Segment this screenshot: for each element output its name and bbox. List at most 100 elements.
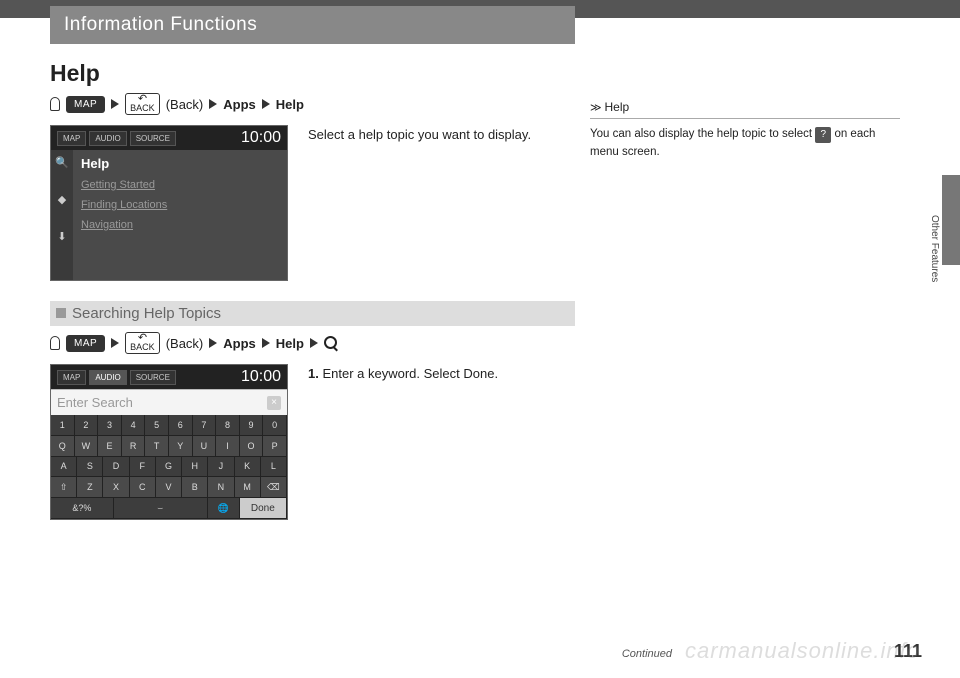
kb-key: L (261, 457, 287, 477)
kb-key: U (193, 436, 217, 456)
side-note-title: Help (605, 100, 630, 114)
kb-key: W (75, 436, 99, 456)
kb-key: K (235, 457, 261, 477)
kb-key: E (98, 436, 122, 456)
step-text: Enter a keyword. Select (322, 366, 463, 381)
step-done: Done (463, 366, 494, 381)
kb-key: 9 (240, 415, 264, 435)
side-body-a: You can also display the help topic to s… (590, 128, 815, 140)
kb-key: 7 (193, 415, 217, 435)
up-icon: ◆ (58, 193, 66, 206)
page-title-bar: Information Functions (50, 6, 575, 44)
nav-apps: Apps (223, 97, 256, 112)
back-button-chip: BACK (125, 332, 160, 354)
kb-key: P (263, 436, 287, 456)
kb-symbols-key: &?% (51, 498, 114, 518)
nav-apps: Apps (223, 336, 256, 351)
step-1: 1. Enter a keyword. Select Done. (308, 364, 575, 384)
kb-key: Y (169, 436, 193, 456)
kb-key: 8 (216, 415, 240, 435)
step-period: . (494, 366, 498, 381)
side-note-column: ≫ Help You can also display the help top… (590, 60, 900, 162)
kb-shift-key: ⇧ (51, 477, 77, 497)
kb-key: 5 (145, 415, 169, 435)
kb-key: 0 (263, 415, 287, 435)
screenshot-topbar: MAP AUDIO SOURCE 10:00 (51, 365, 287, 389)
ss-search-placeholder: Enter Search (57, 395, 133, 410)
ss-keyboard: 1 2 3 4 5 6 7 8 9 0 Q W E R T Y (51, 415, 287, 519)
ss-tab-map: MAP (57, 370, 86, 385)
down-arrow-icon: ⬇ (57, 230, 66, 243)
clear-icon: × (267, 396, 281, 410)
ss-tab-audio: AUDIO (89, 370, 126, 385)
continued-label: Continued (622, 648, 672, 660)
map-button-chip: MAP (66, 96, 105, 113)
page-number: 111 (894, 641, 922, 662)
figure-row-2: MAP AUDIO SOURCE 10:00 Enter Search × 1 … (50, 364, 575, 520)
kb-key: A (51, 457, 77, 477)
ss-tab-source: SOURCE (130, 370, 176, 385)
chevron-icon: ≫ (590, 101, 599, 114)
kb-key: V (156, 477, 182, 497)
voice-icon (50, 336, 60, 350)
section-tab-label: Other Features (929, 215, 940, 282)
kb-done-key: Done (240, 498, 287, 518)
kb-backspace-key: ⌫ (261, 477, 287, 497)
arrow-icon (262, 99, 270, 109)
nav-help: Help (276, 97, 304, 112)
kb-key: 2 (75, 415, 99, 435)
subsection-title: Searching Help Topics (72, 305, 221, 322)
thumb-tab (942, 175, 960, 265)
search-icon: 🔍 (55, 156, 69, 169)
kb-key: F (130, 457, 156, 477)
arrow-icon (262, 338, 270, 348)
kb-key: I (216, 436, 240, 456)
map-button-chip: MAP (66, 335, 105, 352)
kb-key: 6 (169, 415, 193, 435)
kb-key: B (182, 477, 208, 497)
ss-clock: 10:00 (241, 129, 281, 147)
arrow-icon (111, 99, 119, 109)
square-bullet-icon (56, 308, 66, 318)
kb-key: 1 (51, 415, 75, 435)
ss-list-item: Navigation (81, 219, 279, 231)
kb-globe-key: 🌐 (208, 498, 240, 518)
kb-key: J (208, 457, 234, 477)
voice-icon (50, 97, 60, 111)
kb-key: T (145, 436, 169, 456)
kb-key: S (77, 457, 103, 477)
help-icon-chip: ? (815, 127, 831, 143)
side-note-header: ≫ Help (590, 100, 900, 119)
ss-tab-map: MAP (57, 131, 86, 146)
search-keyboard-screenshot: MAP AUDIO SOURCE 10:00 Enter Search × 1 … (50, 364, 288, 520)
kb-row-2: Q W E R T Y U I O P (51, 436, 287, 457)
kb-key: X (103, 477, 129, 497)
kb-key: G (156, 457, 182, 477)
kb-row-1: 1 2 3 4 5 6 7 8 9 0 (51, 415, 287, 436)
kb-key: N (208, 477, 234, 497)
kb-row-4: ⇧ Z X C V B N M ⌫ (51, 477, 287, 498)
kb-key: H (182, 457, 208, 477)
ss-search-field: Enter Search × (51, 389, 287, 415)
section-heading: Help (50, 60, 575, 87)
kb-key: 4 (122, 415, 146, 435)
nav-help: Help (276, 336, 304, 351)
kb-key: R (122, 436, 146, 456)
kb-row-3: A S D F G H J K L (51, 457, 287, 478)
subsection-bar: Searching Help Topics (50, 301, 575, 326)
back-paren: (Back) (166, 97, 204, 112)
breadcrumb-1: MAP BACK (Back) Apps Help (50, 93, 575, 115)
ss-left-rail: 🔍 ◆ ⬇ (51, 150, 73, 280)
kb-key: Q (51, 436, 75, 456)
ss-clock: 10:00 (241, 368, 281, 386)
back-button-chip: BACK (125, 93, 160, 115)
arrow-icon (209, 338, 217, 348)
kb-key: Z (77, 477, 103, 497)
ss-help-list: Help Getting Started Finding Locations N… (73, 150, 287, 280)
kb-space-key: ⌣ (114, 498, 208, 518)
back-paren: (Back) (166, 336, 204, 351)
kb-key: O (240, 436, 264, 456)
page-footer: Continued 111 (50, 648, 922, 660)
search-icon (324, 336, 338, 350)
screenshot-topbar: MAP AUDIO SOURCE 10:00 (51, 126, 287, 150)
